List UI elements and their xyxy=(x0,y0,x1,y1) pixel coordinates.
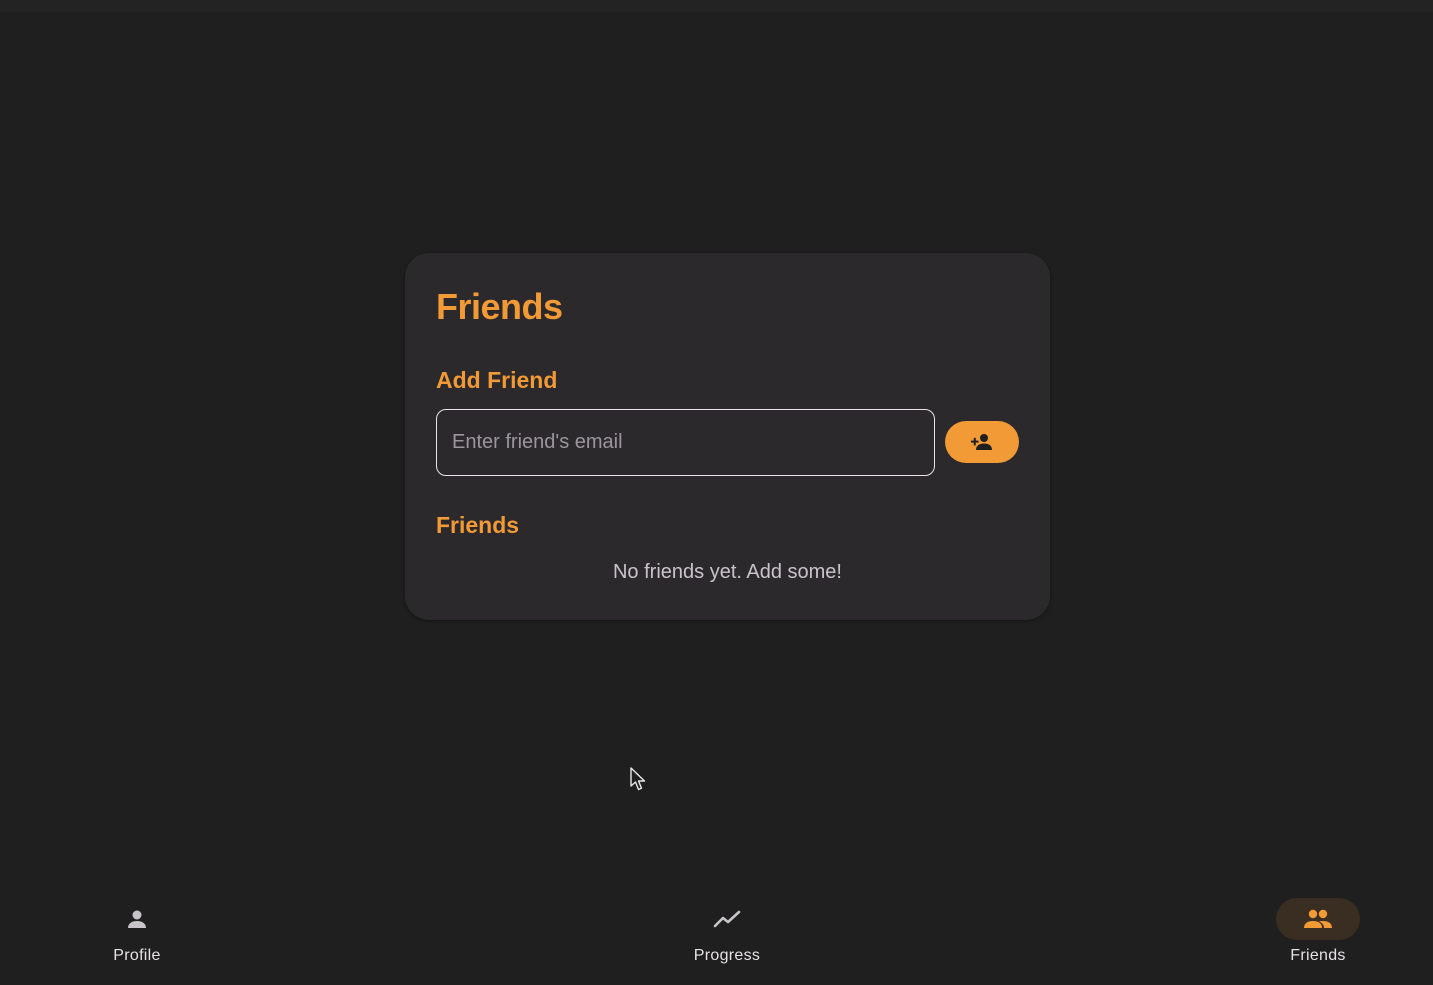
person-add-icon xyxy=(971,434,992,450)
mouse-cursor-icon xyxy=(630,767,646,791)
friend-email-input[interactable] xyxy=(452,431,934,454)
empty-friends-message: No friends yet. Add some! xyxy=(612,561,842,583)
person-icon xyxy=(128,910,146,928)
nav-item-progress[interactable]: Progress xyxy=(667,898,787,978)
window-top-strip xyxy=(0,0,1433,12)
add-friend-button[interactable] xyxy=(945,421,1019,463)
bottom-navigation: Profile Progress Friends xyxy=(0,885,1433,985)
friends-card: Friends Add Friend Friends No friends ye… xyxy=(405,253,1050,620)
nav-label-profile: Profile xyxy=(113,947,161,964)
nav-pill-friends xyxy=(1276,898,1360,940)
nav-item-friends[interactable]: Friends xyxy=(1258,898,1378,978)
nav-pill-profile xyxy=(95,898,179,940)
friends-list-heading: Friends xyxy=(436,512,520,538)
people-icon xyxy=(1304,909,1332,928)
trending-icon xyxy=(713,910,741,928)
nav-item-profile[interactable]: Profile xyxy=(77,898,197,978)
nav-label-progress: Progress xyxy=(693,947,761,964)
email-field[interactable] xyxy=(436,409,935,476)
nav-pill-progress xyxy=(685,898,769,940)
nav-label-friends: Friends xyxy=(1290,947,1346,964)
page-title: Friends xyxy=(436,286,563,327)
add-friend-heading: Add Friend xyxy=(436,367,558,393)
